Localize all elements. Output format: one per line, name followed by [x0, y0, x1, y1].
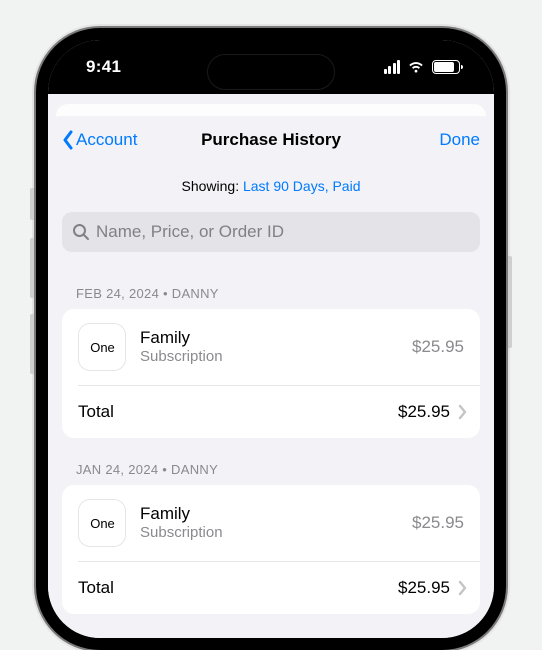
filter-link[interactable]: Last 90 Days, Paid — [243, 178, 361, 194]
back-button[interactable]: Account — [62, 130, 137, 150]
filter-row: Showing: Last 90 Days, Paid — [48, 164, 494, 212]
cellular-icon — [384, 60, 401, 74]
item-title: Family — [140, 327, 398, 348]
back-label: Account — [76, 130, 137, 150]
status-icons — [384, 60, 461, 74]
app-icon-text: One — [90, 516, 115, 531]
search-input[interactable] — [96, 222, 470, 242]
item-subtitle: Subscription — [140, 524, 398, 543]
item-title: Family — [140, 503, 398, 524]
chevron-left-icon — [62, 130, 74, 150]
item-price: $25.95 — [412, 337, 464, 357]
done-button[interactable]: Done — [439, 130, 480, 150]
nav-bar: Account Purchase History Done — [48, 116, 494, 164]
item-subtitle: Subscription — [140, 348, 398, 367]
search-field[interactable] — [62, 212, 480, 252]
total-value: $25.95 — [398, 402, 450, 422]
chevron-right-icon — [458, 404, 468, 420]
wifi-icon — [407, 60, 425, 74]
purchase-card: One Family Subscription $25.95 Total $25… — [62, 309, 480, 438]
section-header: JAN 24, 2024 • Danny — [48, 438, 494, 485]
purchase-card: One Family Subscription $25.95 Total $25… — [62, 485, 480, 614]
app-icon: One — [78, 323, 126, 371]
purchase-item[interactable]: One Family Subscription $25.95 — [62, 309, 480, 385]
app-icon-text: One — [90, 340, 115, 355]
search-icon — [72, 223, 90, 241]
status-time: 9:41 — [86, 57, 121, 77]
filter-prefix: Showing: — [182, 178, 243, 194]
purchase-item[interactable]: One Family Subscription $25.95 — [62, 485, 480, 561]
total-row[interactable]: Total $25.95 — [62, 386, 480, 438]
chevron-right-icon — [458, 580, 468, 596]
total-value: $25.95 — [398, 578, 450, 598]
app-icon: One — [78, 499, 126, 547]
section-header: FEB 24, 2024 • Danny — [48, 262, 494, 309]
purchase-history-sheet: Account Purchase History Done Showing: L… — [48, 116, 494, 638]
battery-icon — [432, 60, 460, 74]
total-label: Total — [78, 578, 390, 598]
dynamic-island — [207, 54, 335, 90]
total-label: Total — [78, 402, 390, 422]
item-price: $25.95 — [412, 513, 464, 533]
status-bar: 9:41 — [48, 40, 494, 94]
total-row[interactable]: Total $25.95 — [62, 562, 480, 614]
